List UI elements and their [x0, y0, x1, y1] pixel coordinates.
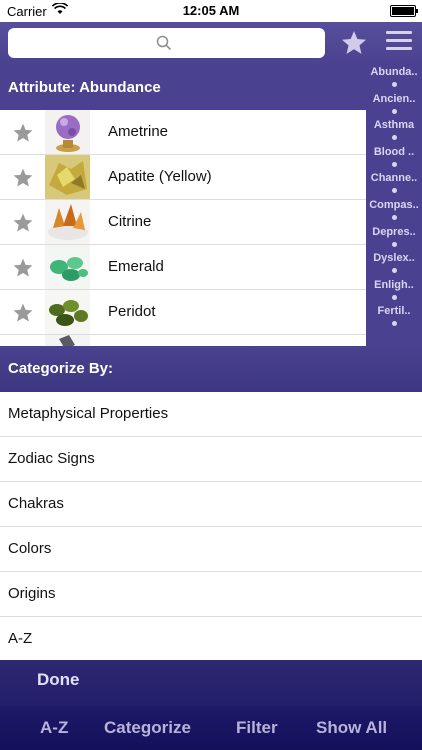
star-icon[interactable]: [12, 212, 34, 234]
index-item[interactable]: Depres..: [366, 226, 422, 253]
index-item[interactable]: Ancien..: [366, 93, 422, 120]
amethyst-sphere-thumbnail: [45, 110, 90, 154]
index-item[interactable]: Blood ..: [366, 146, 422, 173]
yellow-apatite-thumbnail: [45, 155, 90, 199]
category-item-zodiac[interactable]: Zodiac Signs: [0, 437, 422, 482]
star-icon[interactable]: [12, 122, 34, 144]
index-item[interactable]: Dyslex..: [366, 252, 422, 279]
index-label: Depres..: [372, 225, 416, 238]
category-list: Metaphysical Properties Zodiac Signs Cha…: [0, 392, 422, 660]
menu-icon[interactable]: [386, 31, 412, 55]
category-item-a-z[interactable]: A-Z: [0, 617, 422, 660]
section-index-bar[interactable]: Abunda.. Ancien.. Asthma Blood .. Channe…: [366, 66, 422, 346]
stone-name: Peridot: [108, 303, 156, 320]
index-label: Channe..: [370, 172, 418, 185]
index-label: Dyslex..: [373, 252, 415, 265]
stone-row-emerald[interactable]: Emerald: [0, 245, 366, 290]
stone-name: Ametrine: [108, 123, 169, 140]
stone-row-citrine[interactable]: Citrine: [0, 200, 366, 245]
category-item-origins[interactable]: Origins: [0, 572, 422, 617]
search-field[interactable]: [8, 28, 325, 58]
status-bar: Carrier 12:05 AM: [0, 0, 422, 22]
star-icon[interactable]: [12, 167, 34, 189]
stone-name: Citrine: [108, 213, 152, 230]
peridot-stones-thumbnail: [45, 290, 90, 334]
done-button[interactable]: Done: [37, 670, 80, 690]
clock: 12:05 AM: [182, 3, 240, 18]
stone-list: Ametrine Apatite (Yellow) Citrine Emeral…: [0, 110, 366, 346]
index-item[interactable]: Fertil..: [366, 305, 422, 332]
category-item-chakras[interactable]: Chakras: [0, 482, 422, 527]
favorites-star-icon[interactable]: [340, 29, 368, 57]
tab-categorize[interactable]: Categorize: [104, 718, 191, 738]
index-label: Compas..: [369, 198, 419, 211]
search-icon: [155, 34, 173, 52]
category-item-colors[interactable]: Colors: [0, 527, 422, 572]
star-icon[interactable]: [12, 257, 34, 279]
index-label: Enligh..: [374, 278, 414, 291]
index-label: Blood ..: [373, 145, 415, 158]
battery-icon: [390, 5, 418, 17]
tab-show-all[interactable]: Show All: [316, 718, 387, 738]
stone-name: Apatite (Yellow): [108, 168, 212, 185]
stone-row-ametrine[interactable]: Ametrine: [0, 110, 366, 155]
emerald-stones-thumbnail: [45, 245, 90, 289]
index-label: Abunda..: [370, 66, 418, 78]
attribute-header: Attribute: Abundance: [0, 66, 366, 110]
index-item[interactable]: Channe..: [366, 172, 422, 199]
stone-name: Emerald: [108, 258, 164, 275]
tab-bar: A-Z Categorize Filter Show All: [0, 706, 422, 750]
index-item[interactable]: Asthma: [366, 119, 422, 146]
tab-filter[interactable]: Filter: [236, 718, 278, 738]
index-label: Asthma: [373, 119, 415, 132]
index-item[interactable]: Abunda..: [366, 66, 422, 93]
index-label: Ancien..: [372, 92, 416, 105]
stone-row-partial[interactable]: [0, 335, 366, 346]
categorize-header: Categorize By:: [0, 346, 422, 392]
index-label: Fertil..: [377, 305, 411, 318]
stone-row-peridot[interactable]: Peridot: [0, 290, 366, 335]
index-item[interactable]: Compas..: [366, 199, 422, 226]
top-bar: [0, 22, 422, 66]
star-icon[interactable]: [12, 302, 34, 324]
stone-row-apatite[interactable]: Apatite (Yellow): [0, 155, 366, 200]
category-item-metaphysical[interactable]: Metaphysical Properties: [0, 392, 422, 437]
partial-stone-thumbnail: [45, 335, 90, 346]
index-item[interactable]: Enligh..: [366, 279, 422, 306]
citrine-cluster-thumbnail: [45, 200, 90, 244]
bottom-panel: Done A-Z Categorize Filter Show All: [0, 660, 422, 750]
tab-a-z[interactable]: A-Z: [40, 718, 68, 738]
